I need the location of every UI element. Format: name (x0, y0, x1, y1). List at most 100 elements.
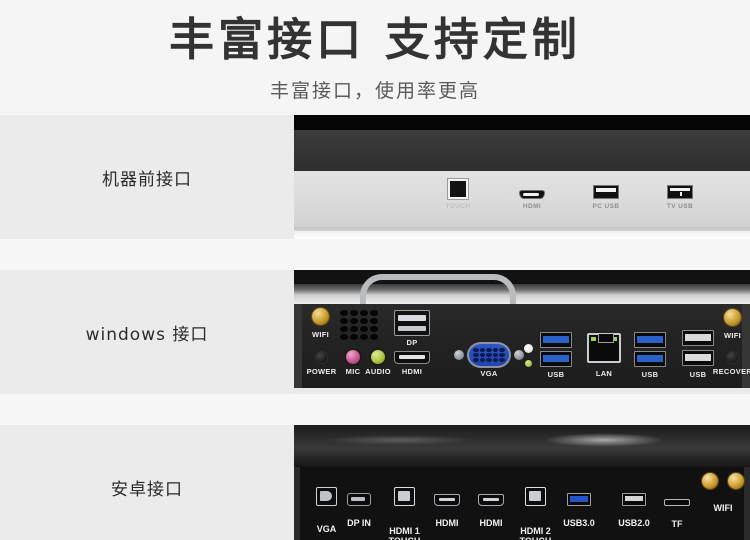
android-port-label-hdmi-b: HDMI (479, 518, 503, 528)
windows-port-power: POWER (307, 352, 336, 376)
windows-port-group: WIFI POWER MIC AUDIO DP HDMI VGA USB LAN… (294, 304, 750, 388)
windows-panel-bottom-edge (294, 388, 750, 394)
android-port-wifi: WIFI (702, 473, 744, 513)
speaker-grille-dots (340, 310, 378, 340)
row-label-front-ports: 机器前接口 (102, 169, 192, 190)
android-port-hdmi-b: HDMI (478, 494, 504, 528)
android-port-tf: TF (664, 499, 690, 529)
windows-port-label-dp: DP (406, 338, 418, 347)
row-divider-2 (0, 394, 750, 425)
android-port-label-usb20: USB2.0 (618, 518, 650, 528)
windows-port-label-usb-3: USB (689, 370, 707, 379)
usb3-port-icon (540, 332, 572, 348)
bezel-dark-band (294, 130, 750, 171)
hdmi-port-icon (434, 494, 460, 506)
windows-port-label-lan: LAN (595, 369, 613, 378)
windows-port-label-wifi-right: WIFI (723, 331, 742, 340)
recover-button-icon (727, 352, 738, 363)
sma-antenna-connector-icon (728, 473, 744, 489)
led-white (524, 344, 533, 353)
sma-antenna-connector-icon (312, 308, 329, 325)
android-port-label-hdmi2: HDMI 2 TOUCH (520, 526, 552, 540)
tf-card-slot-icon (664, 499, 690, 506)
vga-port-icon (467, 342, 511, 368)
android-panel-left-edge (294, 467, 300, 540)
windows-port-label-audio: AUDIO (365, 367, 391, 376)
windows-port-label-recover: RECOVER (712, 367, 750, 376)
displayport-icon (394, 310, 430, 336)
status-led-green-icon (525, 360, 532, 367)
power-button-icon (316, 352, 327, 363)
page-title: 丰富接口 支持定制 (169, 13, 581, 66)
hdmi-touch-port-icon (525, 487, 546, 506)
rj45-lan-port-icon (587, 333, 621, 363)
hdmi-touch-port-icon (394, 487, 415, 506)
windows-port-usb-3: USB (682, 330, 714, 379)
page-subtitle: 丰富接口，使用率更高 (269, 80, 480, 102)
vga-port-icon (316, 487, 337, 506)
windows-port-label-usb-2: USB (641, 370, 659, 379)
bezel-bottom-edge (294, 231, 750, 239)
led-green (525, 360, 532, 367)
android-port-label-dp-in: DP IN (347, 518, 371, 528)
android-photo-backdrop (294, 425, 750, 467)
photo-windows-ports: WIFI POWER MIC AUDIO DP HDMI VGA USB LAN… (294, 270, 750, 394)
sma-antenna-connector-icon (702, 473, 718, 489)
windows-port-wifi-right: WIFI (724, 309, 741, 340)
row-label-windows-ports: windows 接口 (85, 324, 209, 345)
photo-android-ports: VGA DP IN HDMI 1 TOUCH (294, 425, 750, 540)
windows-port-recover: RECOVER (713, 352, 750, 376)
usb3-port-icon (634, 332, 666, 348)
android-port-label-tf: TF (671, 519, 683, 529)
windows-port-label-mic: MIC (345, 367, 361, 376)
spec-row-windows-ports: windows 接口 WIFI POWER MIC AUDIO DP HDMI … (0, 270, 750, 394)
android-port-label-usb30: USB3.0 (563, 518, 595, 528)
android-port-label-wifi: WIFI (713, 503, 733, 513)
windows-port-label-power: POWER (306, 367, 337, 376)
row-divider-1 (0, 239, 750, 270)
front-port-tv-usb: TV USB (656, 185, 704, 210)
windows-port-vga: VGA (454, 342, 524, 378)
bezel-top-black-strip (294, 115, 750, 130)
android-port-label-vga: VGA (316, 524, 337, 534)
spec-row-android-ports: 安卓接口 VGA DP IN HDMI 1 HDMI HDMI HDMI 2 U… (0, 425, 750, 540)
windows-port-mic: MIC (346, 350, 360, 376)
front-port-label-hdmi: HDMI (522, 203, 542, 210)
front-port-label-touch: TOUCH (445, 203, 471, 210)
android-port-label-hdmi1: HDMI 1 TOUCH (389, 526, 421, 540)
windows-photo-top-black-strip (294, 270, 750, 284)
hdmi-port-icon (478, 494, 504, 506)
bezel-seam-line (294, 227, 750, 229)
windows-port-label-wifi-left: WIFI (311, 330, 330, 339)
front-port-touch: TOUCH (434, 179, 482, 210)
mic-jack-icon (346, 350, 360, 364)
android-port-usb20: USB2.0 (618, 493, 650, 528)
windows-port-usb-1: USB (540, 332, 572, 379)
vga-screw-left-icon (454, 350, 464, 360)
windows-port-audio: AUDIO (365, 350, 391, 376)
windows-port-label-hdmi: HDMI (401, 367, 423, 376)
android-photo-highlight-right (544, 433, 664, 447)
windows-port-label-vga: VGA (480, 369, 498, 378)
windows-port-dp: DP (394, 310, 430, 347)
usb2-port-icon (682, 330, 714, 346)
hdmi-port-icon (519, 190, 545, 199)
photo-front-ports: TOUCH HDMI PC USB TV USB (294, 115, 750, 239)
hdmi-port-icon (394, 351, 430, 364)
android-port-hdmi-a: HDMI (434, 494, 460, 528)
front-port-label-tv-usb: TV USB (666, 203, 694, 210)
audio-jack-icon (371, 350, 385, 364)
touch-square-icon (448, 179, 468, 199)
android-port-dp-in: DP IN (347, 493, 371, 528)
windows-port-hdmi: HDMI (394, 351, 430, 376)
usb2-port-icon (682, 350, 714, 366)
usb3-port-icon (567, 493, 591, 506)
row-label-android-ports: 安卓接口 (111, 479, 183, 500)
android-port-label-hdmi1-line2: TOUCH (389, 536, 421, 540)
android-port-hdmi2-touch: HDMI 2 TOUCH (520, 487, 551, 540)
displayport-in-icon (347, 493, 371, 506)
android-port-label-hdmi2-line2: TOUCH (520, 536, 552, 540)
android-photo-highlight-left (324, 435, 474, 445)
usb3-port-icon (634, 351, 666, 367)
usb3-port-icon (540, 351, 572, 367)
